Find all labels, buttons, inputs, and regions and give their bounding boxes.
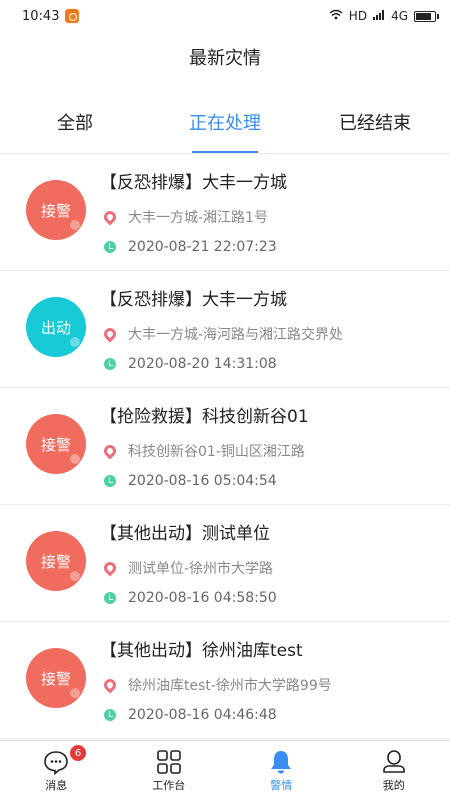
status-bar: 10:43 HD 4G [0, 0, 450, 32]
nav-label: 警情 [270, 778, 293, 792]
status-badge: 接警 [26, 414, 86, 474]
nav-label: 我的 [382, 778, 405, 792]
unread-badge: 6 [70, 745, 86, 761]
bell-icon [271, 750, 292, 773]
signal-icon [373, 9, 385, 23]
status-badge-label: 接警 [40, 552, 71, 571]
tab-processing[interactable]: 正在处理 [150, 91, 300, 153]
incident-title: 【其他出动】测试单位 [100, 524, 270, 544]
fire-icon [70, 337, 80, 347]
message-icon [44, 750, 69, 775]
status-badge: 接警 [26, 648, 86, 708]
incident-time: 2020-08-16 05:04:54 [128, 473, 277, 489]
tab-bar: 全部 正在处理 已经结束 [0, 90, 450, 154]
status-badge-label: 接警 [40, 669, 71, 688]
incident-address: 大丰一方城-湘江路1号 [128, 210, 268, 226]
incident-address: 徐州油库test-徐州市大学路99号 [128, 678, 332, 694]
fire-icon [70, 688, 80, 698]
location-pin-icon [101, 325, 119, 343]
location-pin-icon [101, 208, 119, 226]
status-badge: 出动 [26, 297, 86, 357]
incident-address: 科技创新谷01-铜山区湘江路 [128, 444, 305, 460]
incident-title: 【抢险救援】科技创新谷01 [100, 407, 309, 427]
clock-icon [104, 475, 116, 487]
incident-item[interactable]: 接警 【反恐排爆】大丰一方城 大丰一方城-湘江路1号 2020-08-21 22… [0, 154, 450, 271]
status-badge-label: 接警 [40, 201, 71, 220]
grid-icon [156, 749, 181, 774]
incident-address: 测试单位-徐州市大学路 [128, 561, 274, 577]
clock-icon [104, 709, 116, 721]
incident-item[interactable]: 接警 【其他出动】徐州油库test 徐州油库test-徐州市大学路99号 202… [0, 622, 450, 739]
incident-item[interactable]: 出动 【反恐排爆】大丰一方城 大丰一方城-海河路与湘江路交界处 2020-08-… [0, 271, 450, 388]
status-badge-label: 接警 [40, 435, 71, 454]
nav-label: 工作台 [152, 778, 186, 792]
status-badge-label: 出动 [40, 318, 71, 337]
clock-icon [104, 592, 116, 604]
page-title: 最新灾情 [189, 48, 261, 69]
nav-alerts[interactable]: 警情 [225, 741, 338, 800]
app-notification-icon [65, 9, 80, 23]
incident-title: 【反恐排爆】大丰一方城 [100, 173, 287, 193]
incident-time: 2020-08-16 04:58:50 [128, 590, 277, 606]
incident-time: 2020-08-16 04:46:48 [128, 707, 277, 723]
bottom-nav: 6 消息 工作台 警情 我的 [0, 740, 450, 800]
incident-title: 【其他出动】徐州油库test [100, 641, 303, 661]
clock-icon [104, 241, 116, 253]
location-pin-icon [101, 676, 119, 694]
fire-icon [70, 220, 80, 230]
user-icon [382, 749, 405, 773]
fire-icon [70, 571, 80, 581]
incident-time: 2020-08-20 14:31:08 [128, 356, 277, 372]
location-pin-icon [101, 442, 119, 460]
wifi-icon [329, 9, 343, 23]
signal-label: 4G [391, 9, 408, 23]
nav-profile[interactable]: 我的 [338, 741, 450, 800]
location-pin-icon [101, 559, 119, 577]
incident-time: 2020-08-21 22:07:23 [128, 239, 277, 255]
network-label: HD [348, 9, 368, 23]
nav-messages[interactable]: 6 消息 [0, 741, 113, 800]
clock-icon [104, 358, 116, 370]
incident-item[interactable]: 接警 【抢险救援】科技创新谷01 科技创新谷01-铜山区湘江路 2020-08-… [0, 388, 450, 505]
nav-workbench[interactable]: 工作台 [113, 741, 226, 800]
status-badge: 接警 [26, 180, 86, 240]
fire-icon [70, 454, 80, 464]
nav-label: 消息 [45, 778, 68, 792]
battery-icon [414, 10, 439, 22]
status-badge: 接警 [26, 531, 86, 591]
incident-address: 大丰一方城-海河路与湘江路交界处 [128, 327, 344, 343]
incident-item[interactable]: 接警 【其他出动】测试单位 测试单位-徐州市大学路 2020-08-16 04:… [0, 505, 450, 622]
status-time: 10:43 [22, 8, 60, 24]
incident-title: 【反恐排爆】大丰一方城 [100, 290, 287, 310]
tab-all[interactable]: 全部 [0, 91, 150, 153]
tab-finished[interactable]: 已经结束 [300, 91, 450, 153]
incident-list: 接警 【反恐排爆】大丰一方城 大丰一方城-湘江路1号 2020-08-21 22… [0, 154, 450, 739]
